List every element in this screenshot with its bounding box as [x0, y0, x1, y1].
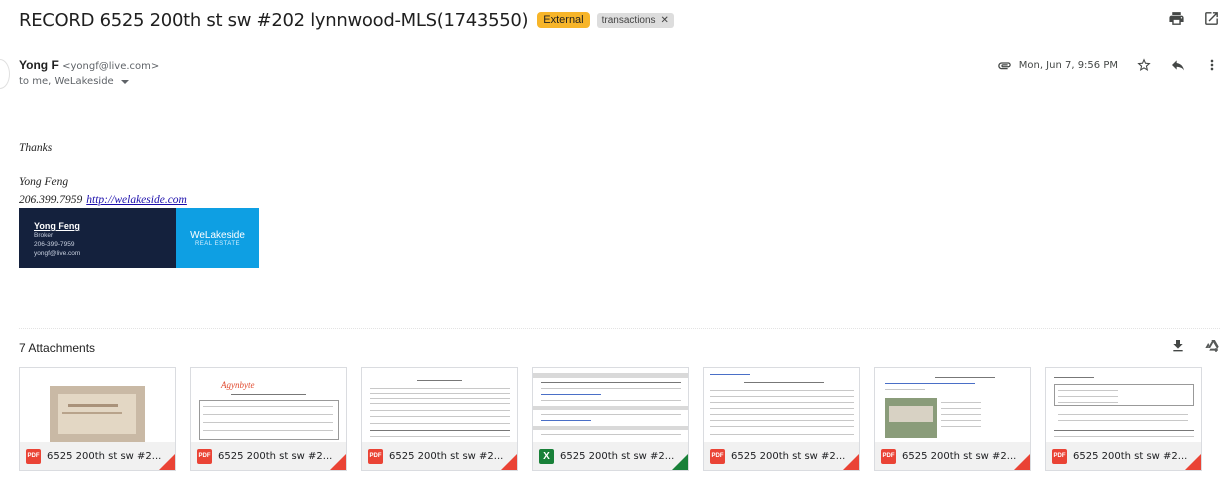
signature-link[interactable]: http://welakeside.com	[86, 194, 187, 206]
attachment-corner	[1185, 454, 1201, 470]
card-name: Yong Feng	[34, 221, 80, 231]
card-brand: WeLakeside	[190, 229, 245, 241]
sheets-icon: X	[539, 448, 554, 464]
attachment-footer: PDF 6525 200th st sw #2...	[191, 442, 346, 470]
attachment-name: 6525 200th st sw #2...	[218, 450, 333, 462]
label-transactions[interactable]: transactions ✕	[596, 12, 674, 28]
attachment-tile[interactable]: PDF 6525 200th st sw #2...	[703, 367, 860, 471]
attachment-footer: PDF 6525 200th st sw #2...	[20, 442, 175, 470]
attachment-tile[interactable]: PDF 6525 200th st sw #2...	[361, 367, 518, 471]
message-meta: Mon, Jun 7, 9:56 PM	[997, 57, 1220, 73]
show-details-icon[interactable]	[120, 79, 129, 84]
signature-phone: 206.399.7959	[19, 194, 83, 206]
attachment-name: 6525 200th st sw #2...	[389, 450, 504, 462]
thumb-logo-text: Agynbyte	[221, 380, 255, 390]
attachments-divider	[19, 328, 1220, 329]
attachment-footer: PDF 6525 200th st sw #2...	[362, 442, 517, 470]
attachment-tile[interactable]: PDF 6525 200th st sw #2...	[1045, 367, 1202, 471]
recipients-text: to me, WeLakeside	[19, 76, 114, 87]
attachment-thumbnail	[704, 368, 859, 442]
label-external[interactable]: External	[537, 12, 590, 28]
download-all-icon[interactable]	[1170, 338, 1186, 354]
attachment-corner	[672, 454, 688, 470]
top-actions	[1168, 10, 1220, 27]
signature-contact: 206.399.7959 http://welakeside.com	[19, 194, 187, 206]
attachment-icon	[997, 58, 1012, 73]
email-subject: RECORD 6525 200th st sw #202 lynnwood-ML…	[19, 9, 529, 31]
attachment-name: 6525 200th st sw #2...	[560, 450, 675, 462]
attachment-thumbnail	[533, 368, 688, 442]
attachment-footer: X 6525 200th st sw #2...	[533, 442, 688, 470]
pdf-icon: PDF	[1052, 448, 1067, 464]
attachment-corner	[330, 454, 346, 470]
attachment-thumbnail: Agynbyte	[191, 368, 346, 442]
attachment-tile[interactable]: PDF 6525 200th st sw #2...	[874, 367, 1031, 471]
pdf-icon: PDF	[368, 448, 383, 464]
attachments-actions	[1170, 338, 1220, 354]
attachment-corner	[501, 454, 517, 470]
label-transactions-text: transactions	[601, 14, 656, 26]
subject-row: RECORD 6525 200th st sw #202 lynnwood-ML…	[19, 8, 1220, 32]
open-new-window-icon[interactable]	[1203, 10, 1220, 27]
sender-line: Yong F <yongf@live.com>	[19, 58, 159, 72]
attachment-thumbnail	[875, 368, 1030, 442]
pdf-icon: PDF	[197, 448, 212, 464]
attachment-name: 6525 200th st sw #2...	[902, 450, 1017, 462]
attachment-tile[interactable]: X 6525 200th st sw #2...	[532, 367, 689, 471]
attachment-name: 6525 200th st sw #2...	[47, 450, 162, 462]
reply-icon[interactable]	[1170, 57, 1186, 73]
attachment-tiles: PDF 6525 200th st sw #2... Agynbyte PDF …	[19, 367, 1202, 471]
avatar[interactable]	[0, 59, 10, 89]
card-brand-panel: WeLakeside REAL ESTATE	[176, 208, 259, 268]
card-brand-sub: REAL ESTATE	[194, 240, 241, 247]
body-thanks: Thanks	[19, 142, 53, 154]
signature-card: Yong Feng Broker 206-399-7959 yongf@live…	[19, 208, 259, 268]
card-contact-panel: Yong Feng Broker 206-399-7959 yongf@live…	[19, 208, 176, 268]
sender-email: <yongf@live.com>	[62, 61, 160, 72]
pdf-icon: PDF	[26, 448, 41, 464]
attachment-thumbnail	[20, 368, 175, 442]
card-title: Broker	[34, 232, 54, 239]
recipients-line: to me, WeLakeside	[19, 76, 129, 87]
attachment-corner	[159, 454, 175, 470]
signature-name: Yong Feng	[19, 176, 69, 188]
star-icon[interactable]	[1136, 57, 1152, 73]
attachment-corner	[843, 454, 859, 470]
message-date: Mon, Jun 7, 9:56 PM	[1018, 59, 1118, 71]
attachment-tile[interactable]: Agynbyte PDF 6525 200th st sw #2...	[190, 367, 347, 471]
more-options-icon[interactable]	[1204, 57, 1220, 73]
attachment-corner	[1014, 454, 1030, 470]
attachment-thumbnail	[362, 368, 517, 442]
remove-label-icon[interactable]: ✕	[661, 15, 669, 26]
attachment-thumbnail	[1046, 368, 1201, 442]
attachments-header: 7 Attachments	[19, 341, 96, 355]
add-to-drive-icon[interactable]	[1204, 338, 1220, 354]
print-icon[interactable]	[1168, 10, 1185, 27]
attachment-tile[interactable]: PDF 6525 200th st sw #2...	[19, 367, 176, 471]
attachment-footer: PDF 6525 200th st sw #2...	[1046, 442, 1201, 470]
sender-name[interactable]: Yong F	[19, 58, 59, 72]
card-email: yongf@live.com	[34, 250, 81, 257]
card-phone: 206-399-7959	[34, 241, 75, 248]
pdf-icon: PDF	[710, 448, 725, 464]
attachment-name: 6525 200th st sw #2...	[1073, 450, 1188, 462]
pdf-icon: PDF	[881, 448, 896, 464]
attachment-footer: PDF 6525 200th st sw #2...	[875, 442, 1030, 470]
attachment-name: 6525 200th st sw #2...	[731, 450, 846, 462]
attachment-footer: PDF 6525 200th st sw #2...	[704, 442, 859, 470]
